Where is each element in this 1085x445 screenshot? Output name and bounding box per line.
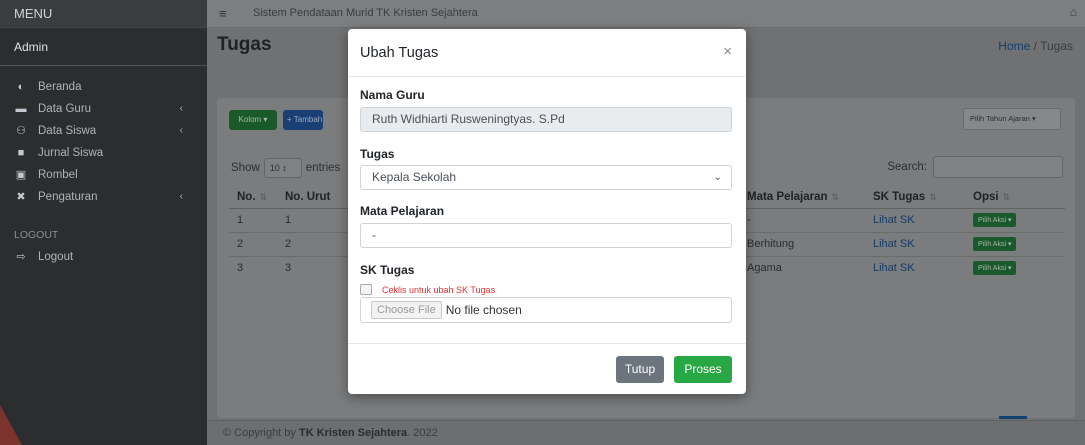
sidebar-user-name[interactable]: Admin <box>0 28 207 66</box>
ubah-sk-checkbox[interactable] <box>360 284 372 295</box>
length-select[interactable]: 10 ↕ <box>263 158 302 178</box>
column-header-no[interactable]: No. ⇅ <box>229 186 277 209</box>
kolom-button[interactable]: Kolom ▾ <box>229 110 277 130</box>
file-icon: ■ <box>17 147 25 159</box>
logout-icon: ⇨ <box>16 251 26 263</box>
tugas-label: Tugas <box>360 147 395 161</box>
tutup-button[interactable]: Tutup <box>616 356 664 383</box>
table-search: Search: <box>887 156 1063 178</box>
sort-icon: ⇅ <box>259 191 268 202</box>
scroll-indicator <box>999 416 1027 419</box>
chevron-left-icon: ‹ <box>179 125 183 136</box>
search-input[interactable] <box>933 156 1063 178</box>
sidebar-item-label: Jurnal Siswa <box>38 147 104 159</box>
file-status-text: No file chosen <box>445 303 522 317</box>
sidebar-item-label: Beranda <box>38 81 82 93</box>
breadcrumb-separator: / <box>1030 39 1041 53</box>
sidebar-item-label: Data Siswa <box>38 125 97 137</box>
search-label: Search: <box>887 161 927 173</box>
teacher-icon: ▬ <box>15 103 27 115</box>
sidebar-header-logout: LOGOUT <box>14 229 59 241</box>
tugas-select[interactable]: Kepala Sekolah ⌄ <box>360 165 732 190</box>
pilih-aksi-button[interactable]: Pilih Aksi ▾ <box>973 237 1017 251</box>
sidebar-item-logout[interactable]: ⇨ Logout <box>0 246 207 268</box>
sidebar-item-label: Rombel <box>38 169 78 181</box>
cell-no: 1 <box>229 207 277 232</box>
column-header-sk-tugas[interactable]: SK Tugas ⇅ <box>865 186 965 209</box>
user-icon[interactable]: ⌂ <box>1070 5 1077 19</box>
footer: © Copyright by TK Kristen Sejahtera. 202… <box>207 420 1085 445</box>
entries-label: entries <box>305 162 341 174</box>
cell-opsi: Pilih Aksi ▾ <box>965 207 1065 232</box>
app-title: Sistem Pendataan Murid TK Kristen Sejaht… <box>253 7 478 19</box>
cell-mata-pelajaran: - <box>739 207 865 232</box>
sidebar-item-data-guru[interactable]: ▬ Data Guru ‹ <box>0 98 207 120</box>
hamburger-menu-icon[interactable]: ≡ <box>219 6 227 21</box>
footer-brand: TK Kristen Sejahtera <box>298 427 408 439</box>
modal-header: Ubah Tugas × <box>348 29 746 77</box>
breadcrumb-home-link[interactable]: Home <box>998 39 1030 53</box>
sidebar-item-label: Data Guru <box>38 103 92 115</box>
pilih-aksi-button[interactable]: Pilih Aksi ▾ <box>973 213 1017 227</box>
users-icon: ⚇ <box>16 125 26 137</box>
building-icon: ▣ <box>15 169 27 181</box>
cell-no: 2 <box>229 231 277 256</box>
nama-guru-label: Nama Guru <box>360 88 425 102</box>
sidebar-item-rombel[interactable]: ▣ Rombel <box>0 164 207 186</box>
ubah-sk-checkbox-group: Ceklis untuk ubah SK Tugas <box>360 284 495 295</box>
sidebar-nav: ◐ Beranda ▬ Data Guru ‹ ⚇ Data Siswa ‹ ■… <box>0 66 207 268</box>
choose-file-button[interactable]: Choose File <box>371 301 442 319</box>
sidebar-item-label: Pengaturan <box>38 191 98 203</box>
sidebar-item-data-siswa[interactable]: ⚇ Data Siswa ‹ <box>0 120 207 142</box>
column-header-opsi[interactable]: Opsi ⇅ <box>965 186 1065 209</box>
modal-footer: Tutup Proses <box>348 343 746 394</box>
show-label: Show <box>231 162 260 174</box>
column-header-mata-pelajaran[interactable]: Mata Pelajaran ⇅ <box>739 186 865 209</box>
breadcrumb-current: Tugas <box>1040 39 1073 53</box>
cell-no: 3 <box>229 255 277 280</box>
tools-icon: ✖ <box>16 191 26 203</box>
sk-file-input[interactable]: Choose File No file chosen <box>360 297 732 323</box>
cell-opsi: Pilih Aksi ▾ <box>965 231 1065 256</box>
close-icon[interactable]: × <box>723 43 732 60</box>
nama-guru-field[interactable]: Ruth Widhiarti Rusweningtyas. S.Pd <box>360 107 732 132</box>
cell-mata-pelajaran: Berhitung <box>739 231 865 256</box>
chevron-left-icon: ‹ <box>179 191 183 202</box>
lihat-sk-link[interactable]: Lihat SK <box>865 207 965 232</box>
sidebar-item-beranda[interactable]: ◐ Beranda <box>0 76 207 98</box>
lihat-sk-link[interactable]: Lihat SK <box>865 255 965 280</box>
corner-decoration <box>0 405 22 445</box>
cell-opsi: Pilih Aksi ▾ <box>965 255 1065 280</box>
tambah-button[interactable]: + Tambah <box>283 110 323 130</box>
table-length-control: Show 10 ↕ entries <box>231 158 340 178</box>
top-navbar: ≡ Sistem Pendataan Murid TK Kristen Seja… <box>207 0 1085 28</box>
chevron-down-icon: ⌄ <box>713 172 722 183</box>
sidebar-menu-title: MENU <box>0 0 207 28</box>
sort-icon: ⇅ <box>929 191 937 202</box>
sk-tugas-label: SK Tugas <box>360 263 415 277</box>
mata-pelajaran-label: Mata Pelajaran <box>360 204 445 218</box>
sort-icon: ⇅ <box>1002 191 1011 202</box>
dashboard-icon: ◐ <box>17 81 25 93</box>
sort-icon: ⇅ <box>831 191 840 202</box>
tugas-select-value: Kepala Sekolah <box>372 170 457 184</box>
chevron-left-icon: ‹ <box>179 103 183 114</box>
cell-mata-pelajaran: Agama <box>739 255 865 280</box>
page-title: Tugas <box>217 34 272 55</box>
ubah-tugas-modal: Ubah Tugas × Nama Guru Ruth Widhiarti Ru… <box>348 29 746 394</box>
sidebar: MENU Admin ◐ Beranda ▬ Data Guru ‹ ⚇ Dat… <box>0 0 207 445</box>
ubah-sk-checkbox-label[interactable]: Ceklis untuk ubah SK Tugas <box>382 285 495 295</box>
modal-title: Ubah Tugas <box>360 45 439 61</box>
copyright-text: © Copyright by TK Kristen Sejahtera. 202… <box>223 427 438 439</box>
sidebar-item-pengaturan[interactable]: ✖ Pengaturan ‹ <box>0 186 207 208</box>
proses-button[interactable]: Proses <box>674 356 732 383</box>
breadcrumb: Home / Tugas <box>998 39 1073 53</box>
tahun-ajaran-select[interactable]: Pilih Tahun Ajaran ▾ <box>963 108 1061 130</box>
mata-pelajaran-field[interactable]: - <box>360 223 732 248</box>
sidebar-item-jurnal-siswa[interactable]: ■ Jurnal Siswa <box>0 142 207 164</box>
sidebar-item-label: Logout <box>38 251 74 263</box>
lihat-sk-link[interactable]: Lihat SK <box>865 231 965 256</box>
pilih-aksi-button[interactable]: Pilih Aksi ▾ <box>973 261 1017 276</box>
